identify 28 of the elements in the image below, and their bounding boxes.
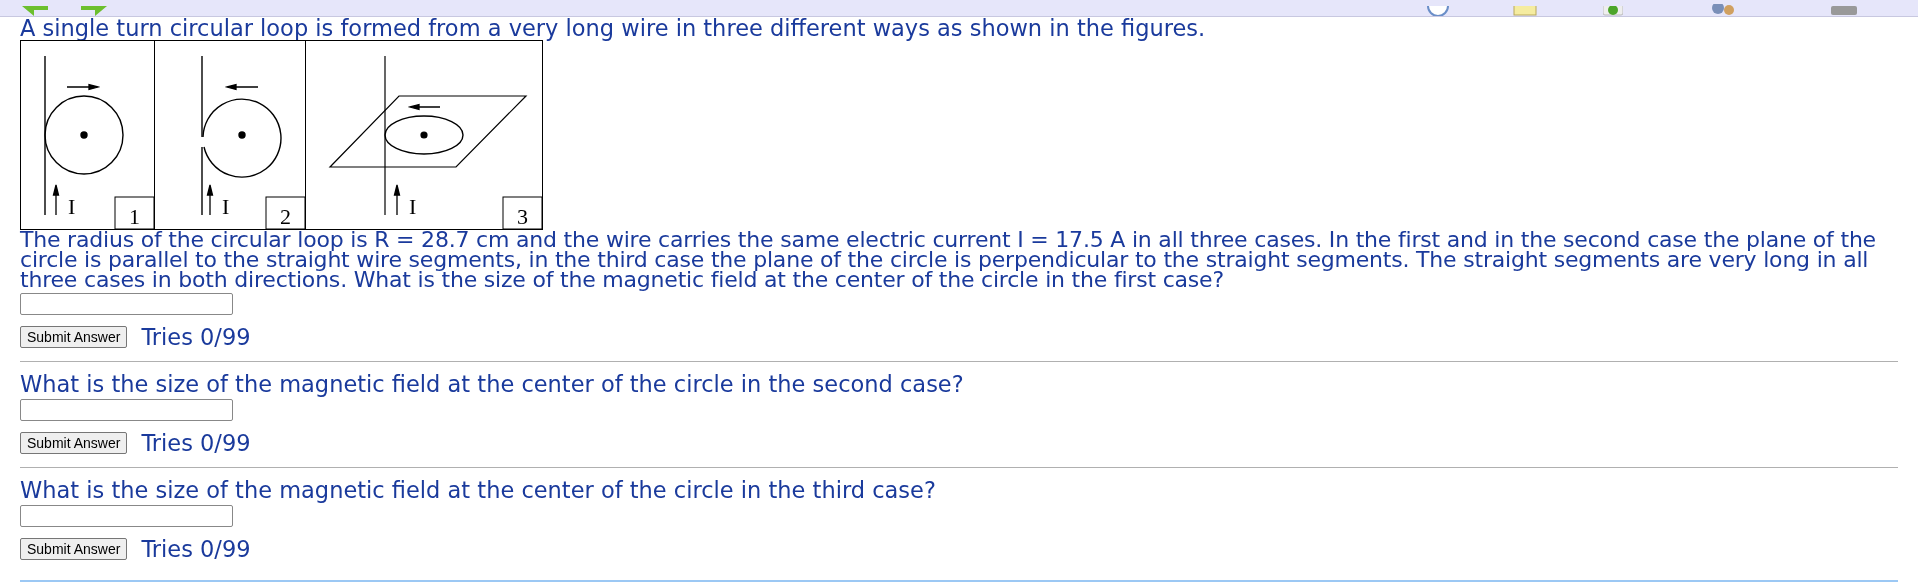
question-text: What is the size of the magnetic field at the center of the circle in the third case? — [20, 478, 937, 502]
tries-counter: Tries 0/99 — [141, 325, 251, 349]
current-arrow-icon — [52, 184, 60, 216]
answer-field[interactable] — [20, 505, 233, 527]
forward-arrow-icon[interactable] — [81, 6, 107, 16]
current-label: I — [222, 194, 230, 219]
direction-arrow-icon — [409, 103, 441, 111]
panel-number: 2 — [280, 204, 291, 229]
submit-button[interactable]: Submit Answer — [20, 538, 128, 560]
answer-field[interactable] — [20, 399, 233, 421]
intro-text: A single turn circular loop is formed from a very long wire in three different ways as shown in the figures. — [20, 17, 1207, 39]
submit-button[interactable]: Submit Answer — [20, 326, 128, 348]
question-text: What is the size of the magnetic field at the center of the circle in the second case? — [20, 372, 965, 396]
panel-number: 1 — [129, 204, 140, 229]
problem-text: The radius of the circular loop is R = 28.7 cm and the wire carries the same electric current I = 17.5 A in all three cases. In the first and in the second case the plane of the circle is parallel to the straight wire segments, in the third case the plane of the circle is perpendicular to the straight segments. The straight segments are very long in all three cases in both directions. What is the size of the magnetic field at the center of the circle in the first case? — [20, 230, 1877, 290]
answer-field[interactable] — [20, 293, 233, 315]
current-arrow-icon — [393, 184, 401, 216]
current-label: I — [409, 194, 417, 219]
panel-number: 3 — [517, 204, 528, 229]
current-label: I — [68, 194, 76, 219]
submit-button[interactable]: Submit Answer — [20, 432, 128, 454]
direction-arrow-icon — [66, 83, 99, 91]
tries-counter: Tries 0/99 — [141, 431, 251, 455]
current-arrow-icon — [206, 184, 214, 216]
back-arrow-icon[interactable] — [22, 6, 48, 16]
direction-arrow-icon — [226, 83, 259, 91]
notes-icon[interactable] — [1513, 6, 1537, 16]
tries-counter: Tries 0/99 — [141, 537, 251, 561]
